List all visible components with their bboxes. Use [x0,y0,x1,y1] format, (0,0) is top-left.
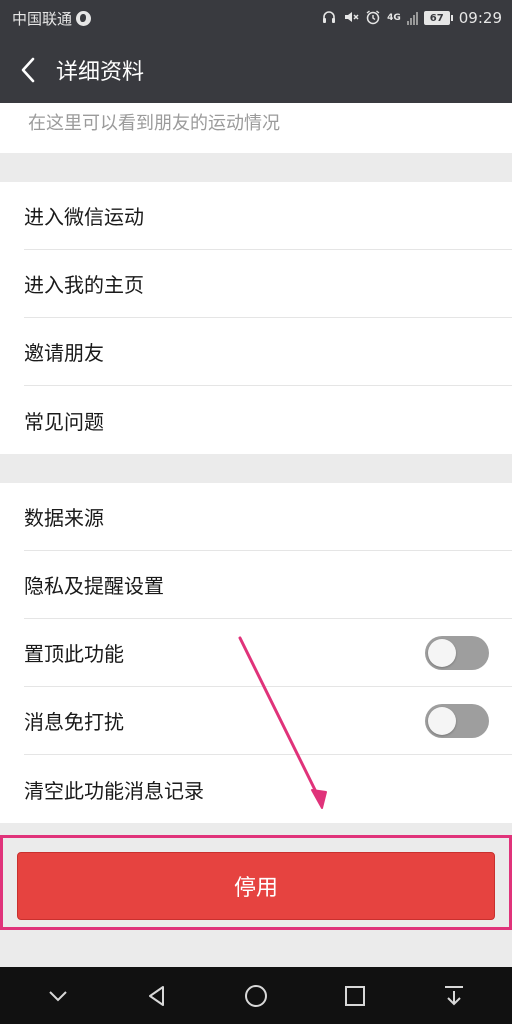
row-label: 消息免打扰 [24,710,124,734]
system-nav-bar [0,967,512,1024]
recents-square-icon [345,985,366,1006]
settings-content: 在这里可以看到朋友的运动情况 进入微信运动 进入我的主页 邀请朋友 常见问题 数… [0,103,512,823]
clock: 09:29 [458,9,502,27]
back-nav-button[interactable] [133,972,181,1020]
row-label: 进入我的主页 [24,273,144,297]
row-do-not-disturb: 消息免打扰 [24,687,512,755]
battery-icon: 67 [423,11,453,25]
network-type: 4G [387,13,401,23]
section-gap [0,454,512,483]
row-sticky-top: 置顶此功能 [24,619,512,687]
home-circle-icon [244,984,267,1007]
carrier-label: 中国联通 [12,9,73,28]
toggle-knob [428,706,456,735]
row-privacy-settings[interactable]: 隐私及提醒设置 [24,551,512,619]
home-nav-button[interactable] [232,972,280,1020]
signal-icon [406,11,418,25]
row-label: 清空此功能消息记录 [24,778,204,803]
row-enter-werun[interactable]: 进入微信运动 [24,182,512,250]
section-gap [0,153,512,182]
globe-icon [76,10,92,26]
hide-nav-button[interactable] [34,972,82,1020]
notification-nav-button[interactable] [430,972,478,1020]
headset-icon [321,9,337,28]
nav-bar: 详细资料 [0,36,512,103]
disable-button-label: 停用 [233,876,278,901]
back-triangle-icon [148,985,164,1006]
page-title: 详细资料 [56,59,145,85]
row-invite-friends[interactable]: 邀请朋友 [24,318,512,386]
row-label: 常见问题 [24,409,104,434]
row-label: 进入微信运动 [24,205,144,229]
row-faq[interactable]: 常见问题 [24,386,512,454]
sticky-top-toggle[interactable] [425,635,489,670]
do-not-disturb-toggle[interactable] [425,703,489,738]
row-my-homepage[interactable]: 进入我的主页 [24,250,512,318]
alarm-icon [365,9,381,28]
chevron-down-icon [48,990,67,1001]
settings-group-1: 进入微信运动 进入我的主页 邀请朋友 常见问题 [0,182,512,454]
notification-pull-icon [445,985,464,1005]
row-label: 隐私及提醒设置 [24,574,164,598]
back-button[interactable] [0,36,56,103]
settings-group-2: 数据来源 隐私及提醒设置 置顶此功能 消息免打扰 清空此功能消息记录 [0,483,512,823]
status-bar: 中国联通 4G 67 09:29 [0,0,512,36]
recents-nav-button[interactable] [331,972,379,1020]
subtitle-text: 在这里可以看到朋友的运动情况 [28,113,280,134]
row-label: 置顶此功能 [24,642,124,666]
battery-level: 67 [423,11,450,25]
row-label: 邀请朋友 [24,341,104,365]
highlight-box: 停用 [0,835,512,930]
row-label: 数据来源 [24,506,104,530]
disable-button[interactable]: 停用 [17,852,495,920]
toggle-knob [428,638,456,667]
back-chevron-icon [21,57,35,82]
subtitle-block: 在这里可以看到朋友的运动情况 [0,103,512,153]
mute-icon [343,9,359,28]
row-clear-history[interactable]: 清空此功能消息记录 [24,755,512,823]
row-data-source[interactable]: 数据来源 [24,483,512,551]
